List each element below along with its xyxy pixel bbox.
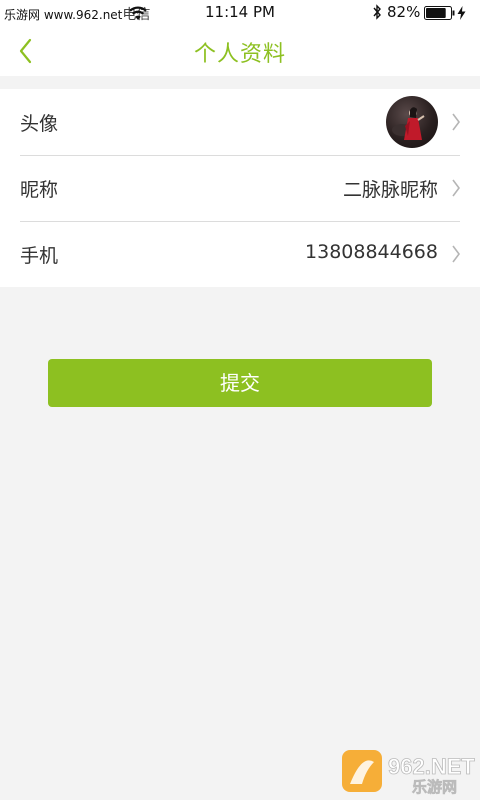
profile-list: 头像 昵称 二脉脉昵称 手机 13808844668 xyxy=(0,89,480,287)
avatar-row[interactable]: 头像 xyxy=(0,89,480,155)
chevron-right-icon xyxy=(452,245,460,263)
chevron-right-icon xyxy=(452,179,460,197)
battery-percent: 82% xyxy=(387,3,421,21)
phone-row[interactable]: 手机 13808844668 xyxy=(0,221,480,287)
bluetooth-icon xyxy=(373,4,381,20)
avatar-image xyxy=(392,107,425,140)
submit-button[interactable]: 提交 xyxy=(48,359,432,407)
nav-bar: 个人资料 xyxy=(0,26,480,76)
nickname-value: 二脉脉昵称 xyxy=(342,179,438,201)
site-watermark-logo: 962.NET 乐游网 xyxy=(342,750,475,796)
phone-value: 13808844668 xyxy=(305,241,438,263)
nickname-row[interactable]: 昵称 二脉脉昵称 xyxy=(0,155,480,221)
phone-label: 手机 xyxy=(20,245,59,267)
avatar-label: 头像 xyxy=(20,113,59,135)
page-title: 个人资料 xyxy=(193,42,286,67)
nickname-label: 昵称 xyxy=(20,179,59,201)
watermark-text-top: 962.NET xyxy=(388,754,475,779)
watermark-text-bottom: 乐游网 xyxy=(412,778,457,796)
avatar[interactable] xyxy=(386,96,438,148)
charging-icon xyxy=(457,6,466,20)
battery-icon xyxy=(424,6,455,20)
status-bar: 乐游网 www.962.net电信 11:14 PM 82% xyxy=(0,0,480,26)
chevron-right-icon xyxy=(452,113,460,131)
